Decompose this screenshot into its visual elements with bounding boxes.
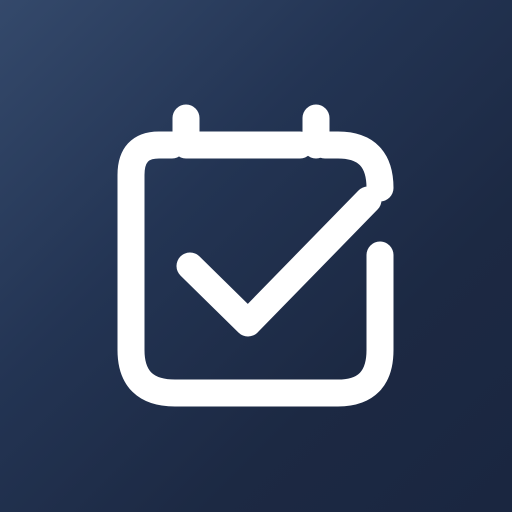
checkmark — [176, 186, 382, 337]
calendar-check-icon — [117, 104, 394, 407]
calendar-outline — [117, 131, 394, 407]
app-icon — [0, 0, 512, 512]
calendar-ring-left — [172, 104, 314, 159]
